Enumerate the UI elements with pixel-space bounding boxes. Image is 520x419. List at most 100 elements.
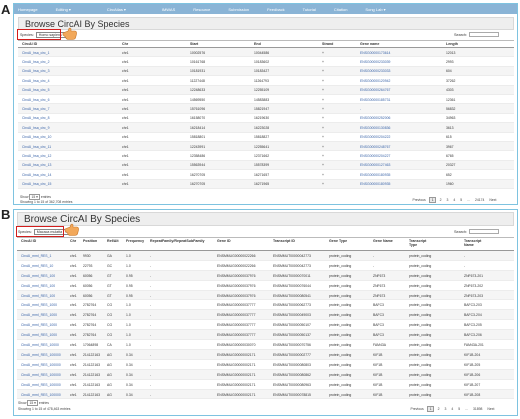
column-header[interactable]: End <box>254 42 261 46</box>
table-cell[interactable]: CircAI_mmI_RES_1000 <box>21 303 57 307</box>
column-header[interactable]: Transcript ID <box>273 239 299 243</box>
column-header[interactable]: CircAI ID <box>21 239 47 243</box>
pagination-item[interactable]: Next <box>486 407 496 411</box>
table-header: CircAI ID Chr Start End Strand Gene name Lengt… <box>18 40 514 48</box>
column-header[interactable]: Chr <box>122 42 128 46</box>
table-cell: 214122163 <box>83 372 100 377</box>
table-cell[interactable]: CircAI_mmI_RES_1000 <box>21 333 57 337</box>
nav-item-circatlas[interactable]: CircAtlas▾ <box>107 7 144 12</box>
table-cell[interactable]: CircAI_mmI_RES_100 <box>21 274 55 278</box>
entries-length-select[interactable]: 15 ▾ <box>27 400 38 406</box>
table-cell[interactable]: ENSG00000204227 <box>360 154 390 158</box>
table-cell[interactable]: ENSG00000248767 <box>360 145 390 149</box>
table-cell[interactable]: CircAI_mmI_RES_100000 <box>21 373 61 377</box>
column-header[interactable]: CircAI ID <box>22 42 37 46</box>
table-cell[interactable]: CircAI_hsa_circ_14 <box>22 173 51 177</box>
column-header[interactable]: Transcript Name <box>464 239 490 247</box>
table-cell[interactable]: CircAI_mmI_RES_10 <box>21 264 53 268</box>
column-header[interactable]: Gene name <box>360 42 379 46</box>
pagination-item[interactable]: Previous <box>409 407 425 411</box>
pagination-item[interactable]: Next <box>488 198 498 202</box>
table-cell[interactable]: CircAI_hsa_circ_15 <box>22 182 51 186</box>
pagination-item[interactable]: 3 <box>445 198 450 202</box>
table-cell[interactable]: CircAI_hsa_circ_5 <box>22 88 50 92</box>
nav-item-submission[interactable]: Submission <box>228 7 249 12</box>
column-header[interactable]: Frequency <box>126 239 152 243</box>
search-input[interactable] <box>469 32 500 37</box>
column-header[interactable]: Length <box>446 42 458 46</box>
pagination-item[interactable]: 2 <box>438 198 443 202</box>
table-cell[interactable]: CircAI_hsa_circ_13 <box>22 163 51 167</box>
table-cell[interactable]: CircAI_hsa_circ_4 <box>22 79 50 83</box>
pagination-item[interactable]: Previous <box>411 198 427 202</box>
pagination-item[interactable]: 4 <box>452 198 457 202</box>
pagination-item[interactable]: 24174 <box>473 198 485 202</box>
pagination-item[interactable]: 2 <box>436 407 441 411</box>
table-cell: 16219630 <box>254 116 270 121</box>
table-cell[interactable]: CircAI_mmI_RES_100 <box>21 284 55 288</box>
table-cell[interactable]: CircAI_hsa_circ_10 <box>22 135 51 139</box>
table-cell[interactable]: CircAI_mmI_RES_1 <box>21 254 51 258</box>
column-header[interactable]: Gene Type <box>329 239 355 243</box>
table-cell[interactable]: ENSG00000130836 <box>360 126 390 130</box>
table-cell[interactable]: ENSG00000233033 <box>360 69 390 73</box>
table-cell[interactable]: CircAI_hsa_circ_8 <box>22 116 50 120</box>
table-cell[interactable]: CircAI_hsa_circ_9 <box>22 126 50 130</box>
table-cell[interactable]: CircAI_hsa_circ_7 <box>22 107 50 111</box>
column-header[interactable]: RepeatFamily/RepeatSubFamily <box>150 239 205 243</box>
nav-item-citation[interactable]: Citation <box>334 7 348 12</box>
table-cell[interactable]: CircAI_mmI_RES_1000 <box>21 323 57 327</box>
table-cell[interactable]: ENSG00000180935 <box>360 182 390 186</box>
pagination-item[interactable]: 3 <box>443 407 448 411</box>
table-row: CircAI_mmI_RES_1000 chr1 2782764 CG 1.0 - ENSM… <box>17 320 514 331</box>
table-cell[interactable]: CircAI_mmI_RES_1000 <box>21 313 57 317</box>
table-cell[interactable]: ENSG00000127463 <box>360 163 390 167</box>
nav-item-tutorial[interactable]: Tutorial <box>303 7 316 12</box>
table-cell[interactable]: CircAI_hsa_circ_11 <box>22 145 51 149</box>
table-cell[interactable]: ENSG00000120942 <box>360 79 390 83</box>
table-cell[interactable]: CircAI_mmI_RES_100000 <box>21 363 61 367</box>
table-cell[interactable]: - <box>360 107 361 111</box>
pagination-item[interactable]: 5 <box>459 198 464 202</box>
table-cell[interactable]: CircAI_mmI_RES_100 <box>21 294 55 298</box>
column-header[interactable]: Position <box>83 239 109 243</box>
table-cell: - <box>150 283 152 288</box>
table-cell[interactable]: CircAI_hsa_circ_2 <box>22 60 50 64</box>
table-cell[interactable]: CircAI_hsa_circ_6 <box>22 98 50 102</box>
table-cell[interactable]: CircAI_hsa_circ_3 <box>22 69 50 73</box>
table-cell[interactable]: ENSG00000185731 <box>360 98 390 102</box>
nav-item-feedback[interactable]: Feedback <box>267 7 285 12</box>
column-header[interactable]: Transcript Type <box>409 239 435 247</box>
pagination-item[interactable]: 5 <box>457 407 462 411</box>
table-cell[interactable]: ENSG00000204222 <box>360 135 390 139</box>
table-cell[interactable]: CircAI_mmI_RES_100000 <box>21 383 61 387</box>
column-header[interactable]: Strand <box>322 42 333 46</box>
search-input[interactable] <box>469 229 500 234</box>
table-row: CircAI_hsa_circ_9 chr1 16218414 16223028 + EN… <box>18 123 514 133</box>
column-header[interactable]: Gene Name <box>373 239 399 243</box>
table-cell[interactable]: CircAI_hsa_circ_1 <box>22 51 50 55</box>
nav-item-resource[interactable]: Resource <box>193 7 210 12</box>
nav-item-homepage[interactable]: Homepage <box>18 7 38 12</box>
table-cell[interactable]: CircAI_mmI_RES_10000 <box>21 343 59 347</box>
table-cell[interactable]: ENSG00000252006 <box>360 116 390 120</box>
table-cell[interactable]: CircAI_hsa_circ_12 <box>22 154 51 158</box>
pagination-item[interactable]: 1 <box>427 406 435 412</box>
table-cell[interactable]: ENSG00000173614 <box>360 51 390 55</box>
table-cell: 0.95 <box>126 283 133 288</box>
nav-item-song-lab[interactable]: Song Lab▾ <box>365 7 403 12</box>
pagination-item[interactable]: 31898 <box>471 407 483 411</box>
table-cell: + <box>322 116 324 121</box>
table-cell[interactable]: ENSG00000180935 <box>360 173 390 177</box>
table-row: CircAI_mmI_RES_1000 chr1 2782764 CG 1.0 - ENSM… <box>17 301 514 311</box>
table-cell[interactable]: ENSG00000264767 <box>360 88 390 92</box>
nav-item-editing[interactable]: Editing▾ <box>56 7 89 12</box>
table-cell[interactable]: CircAI_mmI_RES_100000 <box>21 353 61 357</box>
table-cell[interactable]: CircAI_mmI_RES_100000 <box>21 393 61 397</box>
pagination-item[interactable]: 1 <box>429 197 437 203</box>
pagination-item[interactable]: 4 <box>450 407 455 411</box>
column-header[interactable]: Start <box>190 42 198 46</box>
column-header[interactable]: Gene ID <box>217 239 243 243</box>
nav-item-imwas[interactable]: IMWAS <box>162 7 175 12</box>
table-cell[interactable]: ENSG00000233039 <box>360 60 390 64</box>
